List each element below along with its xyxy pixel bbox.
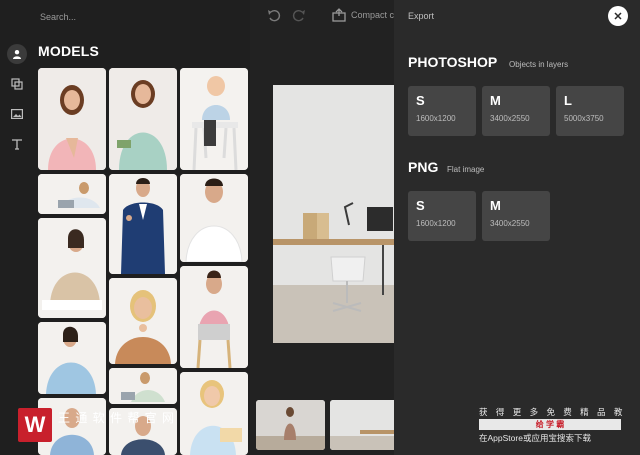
watermark-line-2: 给 学 霸 — [479, 419, 621, 430]
close-icon: ✕ — [613, 10, 623, 23]
image-icon[interactable] — [7, 104, 27, 124]
model-thumbnail[interactable] — [109, 174, 177, 274]
undo-icon[interactable] — [267, 8, 281, 25]
export-photoshop-l-button[interactable]: L 5000x3750 — [556, 86, 624, 136]
scene-thumbnail[interactable] — [256, 400, 325, 450]
toolbar: Compact c — [250, 0, 394, 34]
export-icon[interactable] — [332, 8, 346, 25]
model-thumbnail[interactable] — [180, 174, 248, 262]
model-thumbnail[interactable] — [38, 68, 106, 170]
size-dims: 5000x3750 — [564, 114, 604, 123]
export-header: Export — [408, 11, 435, 21]
canvas-image[interactable] — [273, 85, 394, 343]
size-label: L — [564, 93, 572, 108]
model-thumbnail[interactable] — [109, 278, 177, 364]
close-button[interactable]: ✕ — [608, 6, 628, 26]
size-label: S — [416, 93, 425, 108]
models-panel: MODELS — [34, 0, 250, 455]
canvas-area: Compact c — [250, 0, 394, 455]
format-subtitle-photoshop: Objects in layers — [509, 60, 569, 69]
model-thumbnail[interactable] — [38, 322, 106, 394]
size-dims: 1600x1200 — [416, 114, 456, 123]
format-title-png: PNG — [408, 159, 439, 175]
model-thumbnail[interactable] — [38, 174, 106, 214]
size-dims: 1600x1200 — [416, 219, 456, 228]
text-icon[interactable] — [7, 134, 27, 154]
size-dims: 3400x2550 — [490, 219, 530, 228]
scene-thumbnail[interactable] — [330, 400, 394, 450]
export-png-m-button[interactable]: M 3400x2550 — [482, 191, 550, 241]
watermark-logo: W — [18, 408, 52, 442]
section-title: MODELS — [38, 43, 100, 59]
model-thumbnail[interactable] — [109, 68, 177, 170]
format-subtitle-png: Flat image — [447, 165, 485, 174]
model-thumbnail[interactable] — [180, 372, 248, 455]
size-label: M — [490, 93, 501, 108]
layers-icon[interactable] — [7, 74, 27, 94]
watermark-name: 王 通 软 件 帮 官 网 — [58, 411, 176, 425]
export-png-s-button[interactable]: S 1600x1200 — [408, 191, 476, 241]
export-photoshop-s-button[interactable]: S 1600x1200 — [408, 86, 476, 136]
compact-toggle[interactable]: Compact c — [351, 10, 394, 20]
search-input[interactable] — [40, 12, 210, 22]
size-label: S — [416, 198, 425, 213]
export-photoshop-m-button[interactable]: M 3400x2550 — [482, 86, 550, 136]
redo-icon[interactable] — [292, 8, 306, 25]
search-bar — [34, 6, 250, 28]
model-thumbnail[interactable] — [109, 368, 177, 404]
model-thumbnail[interactable] — [180, 68, 248, 170]
model-thumbnail[interactable] — [38, 218, 106, 318]
size-dims: 3400x2550 — [490, 114, 530, 123]
watermark-line-3: 在AppStore或应用宝搜索下载 — [479, 433, 591, 443]
tool-rail — [0, 0, 34, 455]
export-panel: Export ✕ PHOTOSHOP Objects in layers S 1… — [394, 0, 640, 455]
model-thumbnail[interactable] — [180, 266, 248, 368]
size-label: M — [490, 198, 501, 213]
user-icon[interactable] — [7, 44, 27, 64]
format-title-photoshop: PHOTOSHOP — [408, 54, 498, 70]
